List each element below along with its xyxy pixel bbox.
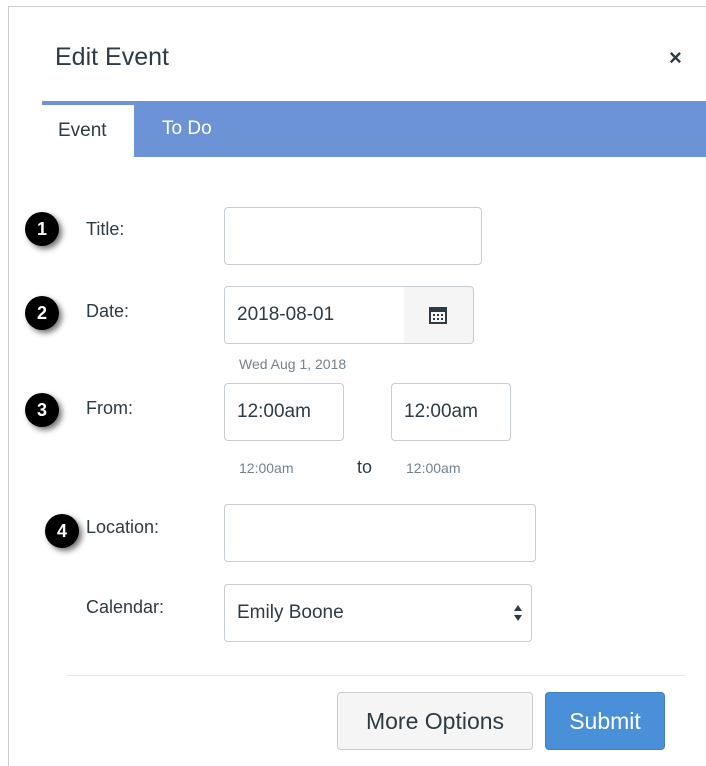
location-label: Location: xyxy=(86,517,160,537)
date-input[interactable]: 2018-08-01 xyxy=(224,286,405,344)
step-badge-3: 3 xyxy=(25,393,59,427)
location-input[interactable] xyxy=(224,504,536,562)
to-separator: to xyxy=(357,457,373,477)
date-label: Date: xyxy=(86,301,130,321)
more-options-button[interactable]: More Options xyxy=(337,692,533,750)
dialog-title: Edit Event xyxy=(55,43,169,71)
calendar-icon xyxy=(429,307,447,324)
tab-bar: Event To Do xyxy=(42,101,706,157)
calendar-button[interactable] xyxy=(404,286,474,344)
step-badge-1: 1 xyxy=(25,212,59,246)
footer-divider xyxy=(66,675,686,676)
to-time-input[interactable]: 12:00am xyxy=(391,383,511,441)
select-arrows-icon xyxy=(514,605,522,621)
from-label: From: xyxy=(86,398,133,418)
edit-event-dialog: Edit Event × Event To Do 1 Title: 2 Date… xyxy=(8,6,706,766)
from-time-helper: 12:00am xyxy=(239,460,294,476)
to-time-helper: 12:00am xyxy=(406,460,461,476)
step-badge-4: 4 xyxy=(45,514,79,548)
tab-event[interactable]: Event xyxy=(42,101,134,157)
tab-todo[interactable]: To Do xyxy=(162,101,212,157)
title-label: Title: xyxy=(86,219,125,239)
title-input[interactable] xyxy=(224,207,482,265)
date-helper-text: Wed Aug 1, 2018 xyxy=(239,356,347,372)
step-badge-2: 2 xyxy=(25,296,59,330)
submit-button[interactable]: Submit xyxy=(545,692,665,750)
close-icon[interactable]: × xyxy=(669,47,682,69)
calendar-label: Calendar: xyxy=(86,597,165,617)
calendar-select[interactable]: Emily Boone xyxy=(224,584,532,642)
from-time-input[interactable]: 12:00am xyxy=(224,383,344,441)
